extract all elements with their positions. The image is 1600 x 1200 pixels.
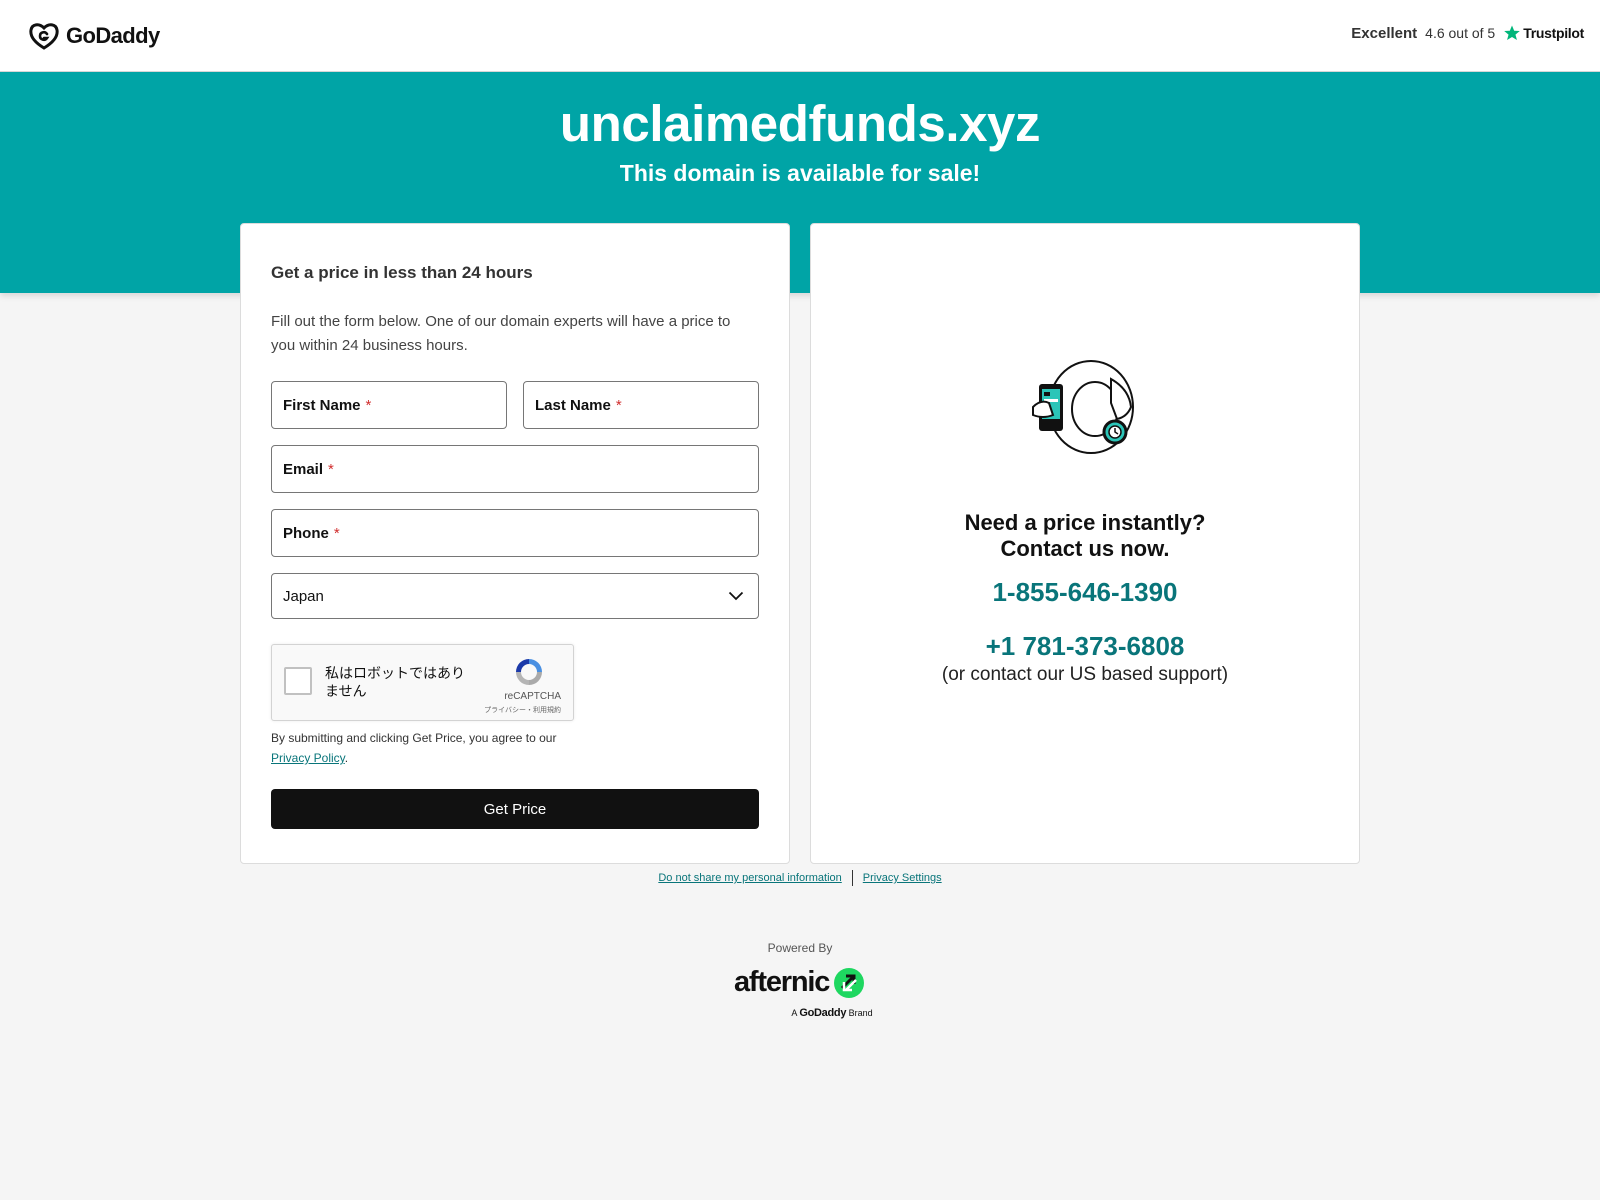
last-name-label: Last Name	[535, 396, 611, 414]
domain-subtitle: This domain is available for sale!	[619, 160, 981, 186]
agreement-period: .	[344, 751, 349, 765]
support-note: (or contact our US based support)	[941, 664, 1229, 685]
recaptcha-label: 私はロボットではありません	[325, 666, 465, 700]
trustpilot-star-icon	[1504, 25, 1521, 41]
agreement-text: By submitting and clicking Get Price, yo…	[271, 728, 601, 768]
godaddy-brand-line: A GoDaddy Brand	[0, 1007, 1600, 1019]
required-mark: *	[615, 396, 622, 414]
powered-by-label: Powered By	[767, 941, 833, 955]
afternic-wordmark: afternic	[734, 966, 830, 998]
heading-line-1: Need a price instantly?	[964, 510, 1206, 535]
required-mark: *	[333, 524, 340, 542]
brand-suffix: Brand	[848, 1008, 873, 1018]
form-description: Fill out the form below. One of our doma…	[271, 313, 731, 354]
phone-label: Phone	[283, 524, 329, 542]
form-title: Get a price in less than 24 hours	[271, 263, 533, 282]
last-name-field[interactable]: Last Name *	[523, 381, 759, 429]
brand-prefix: A	[791, 1008, 797, 1018]
country-value: Japan	[283, 587, 324, 605]
trustpilot-logo: Trustpilot	[1503, 24, 1584, 42]
country-select[interactable]: Japan	[271, 573, 759, 619]
link-divider	[851, 870, 853, 886]
recaptcha-brand: reCAPTCHA	[504, 691, 561, 702]
agreement-copy: By submitting and clicking Get Price, yo…	[271, 731, 557, 745]
phone-number-secondary[interactable]: +1 781-373-6808	[811, 631, 1359, 662]
get-price-button[interactable]: Get Price	[271, 789, 759, 829]
required-mark: *	[365, 396, 372, 414]
top-header: GoDaddy Excellent 4.6 out of 5 Trustpilo…	[0, 0, 1600, 72]
first-name-label: First Name	[283, 396, 361, 414]
recaptcha-terms[interactable]: プライバシー・利用規約	[484, 705, 561, 715]
privacy-policy-link[interactable]: Privacy Policy	[271, 751, 345, 765]
rating-label: Excellent	[1351, 24, 1418, 42]
phone-field[interactable]: Phone *	[271, 509, 759, 557]
legal-links: Do not share my personal information Pri…	[0, 870, 1600, 886]
heading-line-2: Contact us now.	[1000, 536, 1170, 561]
phone-number-primary[interactable]: 1-855-646-1390	[811, 577, 1359, 608]
recaptcha-widget: 私はロボットではありません reCAPTCHA プライバシー・利用規約	[271, 644, 574, 721]
email-field[interactable]: Email *	[271, 445, 759, 493]
rating-value: 4.6 out of 5	[1425, 25, 1496, 41]
trustpilot-label: Trustpilot	[1523, 25, 1584, 41]
trustpilot-rating[interactable]: Excellent 4.6 out of 5 Trustpilot	[1351, 24, 1584, 42]
phone-support-illustration	[1032, 360, 1134, 454]
domain-title: unclaimedfunds.xyz	[559, 95, 1041, 152]
godaddy-logo[interactable]: GoDaddy	[28, 21, 160, 51]
required-mark: *	[328, 460, 334, 478]
afternic-logo[interactable]: afternic	[734, 966, 865, 999]
logo-text: GoDaddy	[66, 23, 160, 48]
contact-card: Need a price instantly? Contact us now. …	[810, 223, 1360, 864]
instant-price-heading: Need a price instantly? Contact us now.	[811, 510, 1359, 562]
brand-name: GoDaddy	[799, 1007, 847, 1019]
recaptcha-icon	[516, 659, 542, 685]
first-name-field[interactable]: First Name *	[271, 381, 507, 429]
afternic-arrows-icon	[834, 967, 865, 998]
do-not-share-link[interactable]: Do not share my personal information	[658, 872, 841, 884]
privacy-settings-link[interactable]: Privacy Settings	[863, 872, 942, 884]
chevron-down-icon	[728, 591, 744, 601]
recaptcha-checkbox[interactable]	[284, 667, 312, 695]
email-label: Email	[283, 460, 324, 478]
godaddy-heart-icon	[29, 23, 59, 50]
price-form-card: Get a price in less than 24 hours Fill o…	[240, 223, 790, 864]
